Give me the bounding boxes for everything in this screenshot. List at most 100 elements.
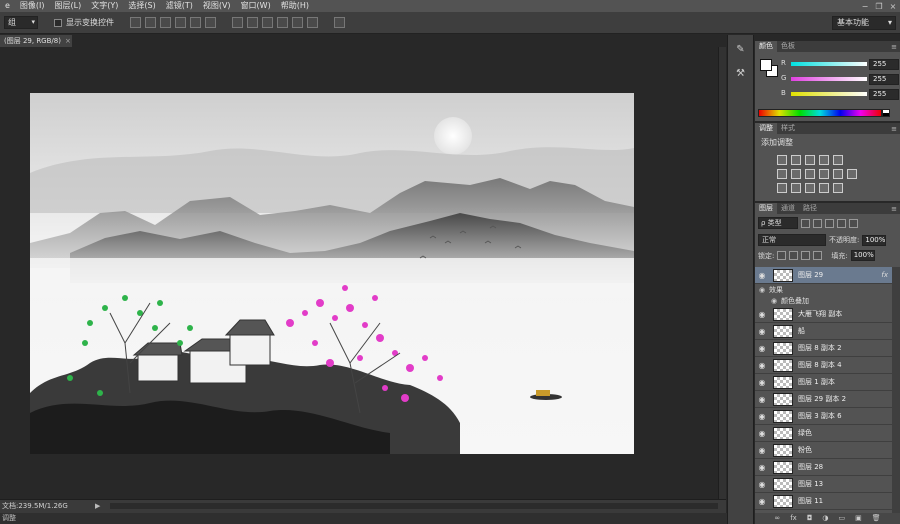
layer-row[interactable]: ◉ 图层 29 fx: [755, 267, 892, 284]
link-layers-icon[interactable]: ∞: [774, 513, 780, 524]
levels-icon[interactable]: [791, 155, 801, 165]
bottom-panel-label[interactable]: 调整: [2, 514, 16, 522]
auto-align-icon[interactable]: [334, 17, 345, 28]
effect-eye-icon[interactable]: ◉: [767, 297, 781, 305]
visibility-eye-icon[interactable]: ◉: [755, 412, 769, 421]
effect-item-row[interactable]: ◉ 颜色叠加: [755, 295, 892, 306]
menu-view[interactable]: 视图(V): [198, 0, 236, 12]
layer-row[interactable]: ◉ 大雁飞翔 副本: [755, 306, 892, 323]
exposure-icon[interactable]: [819, 155, 829, 165]
red-slider[interactable]: [791, 62, 867, 66]
filter-pixel-icon[interactable]: [801, 218, 810, 228]
visibility-eye-icon[interactable]: ◉: [755, 480, 769, 489]
panel-menu-icon[interactable]: ≡: [891, 205, 897, 213]
lock-transparent-icon[interactable]: [777, 251, 787, 260]
close-tab-icon[interactable]: ×: [65, 37, 71, 45]
visibility-eye-icon[interactable]: ◉: [755, 327, 769, 336]
align-bottom-icon[interactable]: [160, 17, 171, 28]
black-white-ramp[interactable]: [882, 109, 890, 117]
status-menu-arrow-icon[interactable]: ▶: [95, 500, 100, 513]
channel-mixer-icon[interactable]: [833, 169, 843, 179]
tab-adjustments[interactable]: 调整: [755, 123, 777, 134]
visibility-eye-icon[interactable]: ◉: [755, 310, 769, 319]
menu-help[interactable]: 帮助(H): [276, 0, 314, 12]
color-spectrum[interactable]: [758, 109, 882, 117]
filter-type-icon[interactable]: [825, 218, 834, 228]
layer-row[interactable]: ◉ 图层 8 副本 4: [755, 357, 892, 374]
workspace-select[interactable]: 基本功能: [832, 16, 896, 30]
distribute-bottom-icon[interactable]: [262, 17, 273, 28]
menu-type[interactable]: 文字(Y): [86, 0, 123, 12]
visibility-eye-icon[interactable]: ◉: [755, 497, 769, 506]
effects-eye-icon[interactable]: ◉: [755, 286, 769, 294]
history-brush-icon[interactable]: ✎: [732, 41, 750, 59]
fill-input[interactable]: 100%: [850, 250, 875, 261]
visibility-eye-icon[interactable]: ◉: [755, 463, 769, 472]
opacity-input[interactable]: 100%: [862, 234, 887, 246]
tab-paths[interactable]: 路径: [799, 203, 821, 214]
tool-presets-icon[interactable]: ⚒: [732, 65, 750, 83]
tab-swatches[interactable]: 色板: [777, 41, 799, 52]
effects-row[interactable]: ◉ 效果: [755, 284, 892, 295]
menu-edit-fragment[interactable]: e: [0, 0, 15, 12]
tab-layers[interactable]: 图层: [755, 203, 777, 214]
curves-icon[interactable]: [805, 155, 815, 165]
layer-row[interactable]: ◉ 图层 8 副本 2: [755, 340, 892, 357]
visibility-eye-icon[interactable]: ◉: [755, 361, 769, 370]
filter-smart-icon[interactable]: [849, 218, 858, 228]
foreground-color-swatch[interactable]: [760, 59, 772, 71]
layer-row[interactable]: ◉ 图层 1 副本: [755, 374, 892, 391]
green-slider[interactable]: [791, 77, 867, 81]
horizontal-scrollbar[interactable]: [110, 503, 718, 509]
add-mask-icon[interactable]: ◘: [807, 513, 813, 524]
layer-row[interactable]: ◉ 图层 28: [755, 459, 892, 476]
panel-menu-icon[interactable]: ≡: [891, 125, 897, 133]
minimize-icon[interactable]: −: [858, 2, 872, 11]
menu-window[interactable]: 窗口(W): [236, 0, 276, 12]
visibility-eye-icon[interactable]: ◉: [755, 344, 769, 353]
canvas-image[interactable]: [30, 93, 634, 454]
layer-row[interactable]: ◉ 图层 3 副本 6: [755, 408, 892, 425]
distribute-left-icon[interactable]: [277, 17, 288, 28]
vibrance-icon[interactable]: [833, 155, 843, 165]
add-style-icon[interactable]: fx: [790, 513, 797, 524]
visibility-eye-icon[interactable]: ◉: [755, 429, 769, 438]
selective-color-icon[interactable]: [833, 183, 843, 193]
green-value[interactable]: 255: [869, 74, 899, 85]
hue-saturation-icon[interactable]: [777, 169, 787, 179]
filter-shape-icon[interactable]: [837, 218, 846, 228]
blue-slider[interactable]: [791, 92, 867, 96]
layer-row[interactable]: ◉ 图层 13: [755, 476, 892, 493]
photo-filter-icon[interactable]: [819, 169, 829, 179]
restore-icon[interactable]: ❐: [872, 2, 886, 11]
new-layer-icon[interactable]: ▣: [855, 513, 862, 524]
tab-color[interactable]: 颜色: [755, 41, 777, 52]
tab-channels[interactable]: 通道: [777, 203, 799, 214]
lock-all-icon[interactable]: [813, 251, 823, 260]
layer-kind-filter[interactable]: ρ 类型: [758, 217, 798, 229]
fx-icon[interactable]: fx: [881, 271, 888, 279]
panel-menu-icon[interactable]: ≡: [891, 43, 897, 51]
invert-icon[interactable]: [777, 183, 787, 193]
visibility-eye-icon[interactable]: ◉: [755, 378, 769, 387]
new-adjustment-icon[interactable]: ◑: [822, 513, 828, 524]
layer-row[interactable]: ◉ 图层 11: [755, 493, 892, 510]
lock-position-icon[interactable]: [801, 251, 811, 260]
distribute-top-icon[interactable]: [232, 17, 243, 28]
layer-row[interactable]: ◉ 图层 29 副本 2: [755, 391, 892, 408]
threshold-icon[interactable]: [805, 183, 815, 193]
distribute-right-icon[interactable]: [307, 17, 318, 28]
close-icon[interactable]: ×: [886, 2, 900, 11]
blend-mode-select[interactable]: 正常: [758, 234, 826, 246]
lock-image-icon[interactable]: [789, 251, 799, 260]
layer-row[interactable]: ◉ 绿色: [755, 425, 892, 442]
align-right-icon[interactable]: [205, 17, 216, 28]
filter-adjustment-icon[interactable]: [813, 218, 822, 228]
visibility-eye-icon[interactable]: ◉: [755, 446, 769, 455]
vertical-scrollbar[interactable]: [718, 47, 726, 499]
red-value[interactable]: 255: [869, 59, 899, 70]
align-vcenter-icon[interactable]: [145, 17, 156, 28]
distribute-hcenter-icon[interactable]: [292, 17, 303, 28]
color-balance-icon[interactable]: [791, 169, 801, 179]
menu-select[interactable]: 选择(S): [123, 0, 160, 12]
